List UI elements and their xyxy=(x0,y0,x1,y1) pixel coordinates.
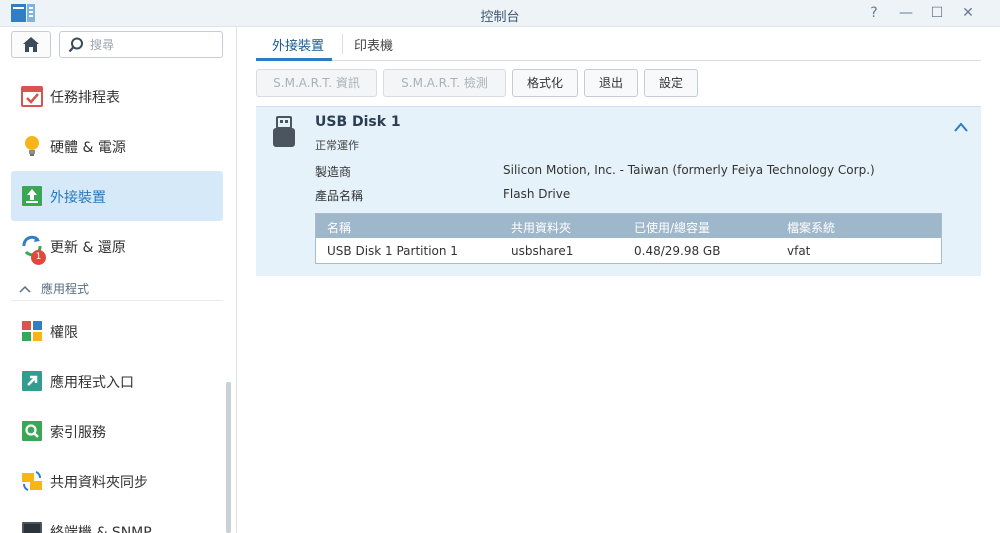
smart-test-button[interactable]: S.M.A.R.T. 檢測 xyxy=(383,69,506,97)
partition-table: 名稱 共用資料夾 已使用/總容量 檔案系統 USB Disk 1 Partiti… xyxy=(315,213,942,264)
sidebar-item-task-scheduler[interactable]: 任務排程表 xyxy=(11,71,223,121)
column-header-name[interactable]: 名稱 xyxy=(327,219,351,236)
indexing-service-icon xyxy=(22,421,42,441)
cell-usage: 0.48/29.98 GB xyxy=(634,244,721,258)
sidebar-item-indexing-service[interactable]: 索引服務 xyxy=(11,406,223,456)
product-value: Flash Drive xyxy=(503,187,571,201)
cell-partition-name: USB Disk 1 Partition 1 xyxy=(327,244,458,258)
cell-shared-folder: usbshare1 xyxy=(511,244,574,258)
close-icon[interactable]: ✕ xyxy=(957,3,979,23)
sidebar-item-terminal-snmp[interactable]: 終端機 & SNMP xyxy=(11,506,223,533)
vendor-value: Silicon Motion, Inc. - Taiwan (formerly … xyxy=(503,163,875,177)
task-scheduler-icon xyxy=(21,86,43,107)
chevron-up-icon[interactable] xyxy=(953,121,969,133)
search-box[interactable] xyxy=(59,31,223,58)
maximize-icon[interactable]: ☐ xyxy=(926,3,948,23)
main-content: 外接裝置 印表機 S.M.A.R.T. 資訊 S.M.A.R.T. 檢測 格式化… xyxy=(238,27,1000,533)
eject-button[interactable]: 退出 xyxy=(584,69,638,97)
tab-divider xyxy=(342,34,343,54)
title-bar: 控制台 ? — ☐ ✕ xyxy=(0,0,1000,27)
sidebar: 任務排程表 硬體 & 電源 外接裝置 1 更新 & 還原 應用程式 xyxy=(0,27,237,533)
section-label: 應用程式 xyxy=(41,282,90,296)
device-name: USB Disk 1 xyxy=(315,114,401,130)
sidebar-item-label: 更新 & 還原 xyxy=(50,240,126,256)
device-panel: USB Disk 1 正常運作 製造商 Silicon Motion, Inc.… xyxy=(256,106,981,276)
tab-external-devices[interactable]: 外接裝置 xyxy=(272,35,324,54)
tab-bar: 外接裝置 印表機 xyxy=(256,27,981,61)
sidebar-item-label: 共用資料夾同步 xyxy=(50,475,148,491)
window-title: 控制台 xyxy=(480,10,520,25)
sidebar-item-label: 終端機 & SNMP xyxy=(50,525,152,533)
sidebar-item-label: 外接裝置 xyxy=(50,190,106,206)
tab-printers[interactable]: 印表機 xyxy=(354,35,393,54)
sidebar-item-update-restore[interactable]: 1 更新 & 還原 xyxy=(11,221,223,271)
column-header-filesystem[interactable]: 檔案系統 xyxy=(787,219,835,236)
sidebar-item-application-portal[interactable]: 應用程式入口 xyxy=(11,356,223,406)
sidebar-item-shared-folder-sync[interactable]: 共用資料夾同步 xyxy=(11,456,223,506)
sidebar-item-label: 任務排程表 xyxy=(50,90,120,106)
home-icon xyxy=(23,37,39,52)
application-portal-icon xyxy=(22,371,42,391)
sidebar-item-privileges[interactable]: 權限 xyxy=(11,306,223,356)
search-input[interactable] xyxy=(90,35,216,54)
settings-button[interactable]: 設定 xyxy=(644,69,698,97)
table-header: 名稱 共用資料夾 已使用/總容量 檔案系統 xyxy=(316,214,941,238)
sidebar-item-label: 索引服務 xyxy=(50,425,106,441)
device-status: 正常運作 xyxy=(315,139,359,152)
sidebar-item-label: 應用程式入口 xyxy=(50,375,134,391)
usb-drive-icon xyxy=(273,116,295,147)
sidebar-item-label: 權限 xyxy=(50,325,78,341)
minimize-icon[interactable]: — xyxy=(895,3,917,23)
sidebar-scrollbar[interactable] xyxy=(226,382,231,533)
privileges-icon xyxy=(22,321,42,341)
search-icon xyxy=(68,37,83,53)
column-header-usage[interactable]: 已使用/總容量 xyxy=(634,219,710,236)
hardware-power-icon xyxy=(25,136,39,156)
home-button[interactable] xyxy=(11,31,51,58)
sidebar-item-external-devices[interactable]: 外接裝置 xyxy=(11,171,223,221)
cell-filesystem: vfat xyxy=(787,244,811,258)
sidebar-item-label: 硬體 & 電源 xyxy=(50,140,126,156)
help-icon[interactable]: ? xyxy=(863,3,885,23)
terminal-snmp-icon xyxy=(22,522,42,533)
column-header-shared-folder[interactable]: 共用資料夾 xyxy=(511,219,571,236)
notification-badge: 1 xyxy=(31,250,46,265)
format-button[interactable]: 格式化 xyxy=(512,69,578,97)
section-applications[interactable]: 應用程式 xyxy=(11,277,223,301)
active-tab-indicator xyxy=(256,58,332,61)
shared-folder-sync-icon xyxy=(22,471,42,491)
smart-info-button[interactable]: S.M.A.R.T. 資訊 xyxy=(256,69,377,97)
sidebar-item-hardware-power[interactable]: 硬體 & 電源 xyxy=(11,121,223,171)
external-devices-icon xyxy=(22,186,42,206)
vendor-label: 製造商 xyxy=(315,165,352,179)
product-label: 產品名稱 xyxy=(315,189,364,203)
